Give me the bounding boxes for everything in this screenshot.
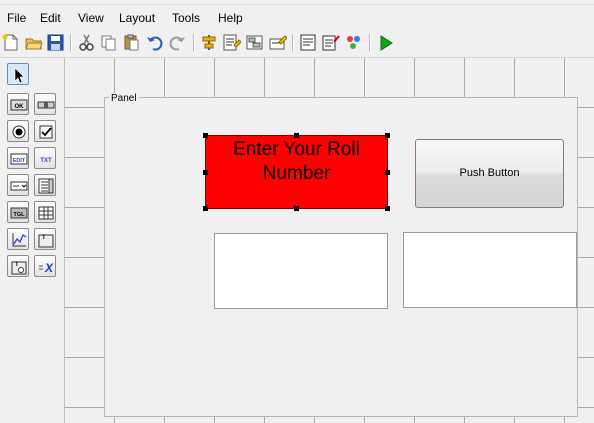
activex-tool[interactable]: X	[34, 255, 56, 277]
toolbar-editor-icon[interactable]	[268, 33, 288, 52]
open-folder-icon[interactable]	[24, 33, 43, 52]
push-button-tool[interactable]: OK	[7, 93, 29, 115]
new-file-icon[interactable]	[1, 33, 20, 52]
menu-tools[interactable]: Tools	[172, 11, 200, 25]
push-button[interactable]: Push Button	[415, 139, 564, 208]
undo-icon[interactable]	[145, 33, 164, 52]
menu-editor-icon[interactable]	[222, 33, 242, 52]
edit-text-right[interactable]	[403, 232, 577, 308]
radio-button-tool[interactable]	[7, 120, 29, 142]
resize-handle[interactable]	[203, 206, 208, 211]
static-text-tool[interactable]: TXT	[34, 147, 56, 169]
edit-text-tool-label: EDIT	[13, 158, 26, 164]
table-tool[interactable]	[34, 201, 56, 223]
popup-menu-tool[interactable]	[7, 174, 29, 196]
redo-icon[interactable]	[168, 33, 187, 52]
panel-title: Panel	[109, 93, 139, 104]
axes-tool[interactable]	[7, 228, 29, 250]
slider-tool[interactable]	[34, 93, 56, 115]
menu-bar: File Edit View Layout Tools Help	[0, 4, 594, 31]
property-inspector-icon[interactable]	[321, 33, 340, 52]
editor-icon[interactable]	[299, 33, 318, 52]
menu-view[interactable]: View	[78, 11, 104, 25]
toolbar-separator	[193, 34, 195, 52]
checkbox-tool[interactable]	[34, 120, 56, 142]
save-icon[interactable]	[46, 33, 65, 52]
resize-handle[interactable]	[294, 133, 299, 138]
component-palette: OK EDIT TXT TGL T T X	[0, 58, 65, 423]
toolbar	[0, 30, 594, 58]
menu-file[interactable]: File	[7, 11, 26, 25]
copy-icon[interactable]	[99, 33, 118, 52]
tab-order-icon[interactable]	[245, 33, 264, 52]
run-icon[interactable]	[376, 33, 395, 52]
cut-icon[interactable]	[77, 33, 96, 52]
resize-handle[interactable]	[294, 206, 299, 211]
button-group-tool[interactable]: T	[7, 255, 29, 277]
listbox-tool[interactable]	[34, 174, 56, 196]
toolbar-separator	[369, 34, 371, 52]
select-tool[interactable]	[7, 63, 29, 85]
object-browser-icon[interactable]	[344, 33, 363, 52]
push-button-tool-label: OK	[15, 104, 25, 110]
toggle-button-tool[interactable]: TGL	[7, 201, 29, 223]
button-group-tool-label: T	[15, 262, 19, 268]
align-icon[interactable]	[200, 33, 219, 52]
static-text-roll-number[interactable]: Enter Your Roll Number	[205, 135, 388, 209]
toolbar-separator	[70, 34, 72, 52]
panel-tool[interactable]: T	[34, 228, 56, 250]
resize-handle[interactable]	[385, 133, 390, 138]
paste-icon[interactable]	[122, 33, 141, 52]
toolbar-separator	[292, 34, 294, 52]
resize-handle[interactable]	[385, 170, 390, 175]
resize-handle[interactable]	[385, 206, 390, 211]
edit-text-tool[interactable]: EDIT	[7, 147, 29, 169]
menu-edit[interactable]: Edit	[40, 11, 61, 25]
activex-tool-label: X	[44, 261, 54, 275]
menu-layout[interactable]: Layout	[119, 11, 155, 25]
static-text-tool-label: TXT	[40, 158, 52, 164]
toggle-button-tool-label: TGL	[14, 212, 26, 218]
resize-handle[interactable]	[203, 133, 208, 138]
resize-handle[interactable]	[203, 170, 208, 175]
panel-tool-label: T	[42, 235, 46, 241]
edit-text-left[interactable]	[214, 233, 388, 309]
menu-help[interactable]: Help	[218, 11, 243, 25]
